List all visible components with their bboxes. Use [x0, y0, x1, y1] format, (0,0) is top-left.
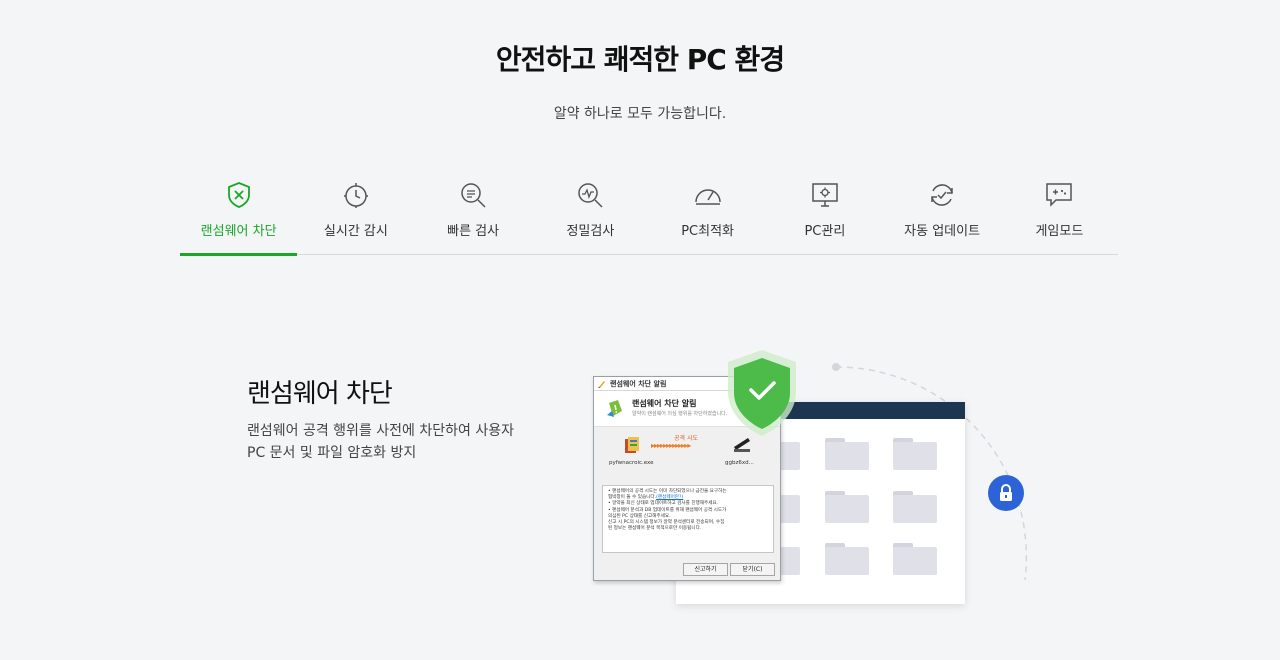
dialog-header-title: 랜섬웨어 차단 알림: [632, 399, 697, 408]
tab-label: 실시간 감시: [323, 224, 388, 239]
dialog-header-subtitle: 알약이 랜섬웨어 의심 행위를 차단하였습니다.: [632, 411, 728, 417]
tab-label: 자동 업데이트: [904, 224, 981, 239]
tab-label: 빠른 검사: [447, 224, 500, 239]
lock-icon: [1000, 484, 1012, 501]
message-line: 협박창이 뜰 수 있습니다.: [608, 495, 657, 501]
folder-icon: [825, 543, 869, 575]
tab-ransomware[interactable]: 랜섬웨어 차단: [180, 170, 298, 256]
alert-shield-icon: [607, 400, 622, 417]
tab-label: PC관리: [804, 224, 846, 239]
report-button[interactable]: 신고하기: [683, 563, 728, 576]
folder-icon: [893, 438, 937, 470]
page-subtitle: 알약 하나로 모두 가능합니다.: [553, 106, 727, 122]
ransomware-info-link[interactable]: (랜섬웨어란?): [656, 495, 683, 500]
monitor-gear-icon: [812, 183, 838, 207]
message-line: 된 정보는 랜섬웨어 분석 목적으로만 이용됩니다.: [608, 526, 702, 532]
dialog-title: 랜섬웨어 차단 알림: [610, 380, 667, 388]
lock-button[interactable]: [988, 475, 1024, 511]
malware-file-icon: [625, 437, 639, 453]
target-filename: ggbz6xd...: [725, 460, 754, 466]
tab-quick-scan[interactable]: 빠른 검사: [415, 170, 532, 255]
dialog-message: • 랜섬웨어의 공격 시도는 이미 차단되었으나 금전을 요구하는 협박창이 뜰…: [602, 485, 774, 553]
tab-label: 게임모드: [1035, 224, 1084, 239]
gamepad-chat-icon: [1046, 183, 1073, 207]
ransomware-illustration: 랜섬웨어 차단 알림 랜섬웨어 차단 알림 알약이 랜섬웨어 의심 행위를 차단…: [0, 0, 1280, 660]
folder-icon: [825, 438, 869, 470]
folder-icon: [893, 543, 937, 575]
alyac-logo-icon: [598, 381, 605, 388]
clock-icon: [343, 183, 368, 208]
feature-desc-line: PC 문서 및 파일 암호화 방지: [247, 445, 417, 461]
folder-icon: [825, 491, 869, 523]
search-pulse-icon: [578, 183, 603, 208]
tab-game-mode[interactable]: 게임모드: [1001, 170, 1118, 255]
tab-pc-optimize[interactable]: PC최적화: [649, 170, 766, 255]
tab-label: 랜섬웨어 차단: [200, 224, 277, 239]
folder-icon: [893, 491, 937, 523]
tab-auto-update[interactable]: 자동 업데이트: [884, 170, 1001, 255]
feature-tabs: 랜섬웨어 차단 실시간 감시 빠른 검사 정밀검사 PC최적화 PC관리 자동 …: [180, 170, 1118, 256]
source-filename: pyfwnacroic.exe: [609, 460, 654, 466]
tab-label: PC최적화: [681, 224, 735, 239]
feature-title: 랜섬웨어 차단: [247, 379, 393, 409]
shield-check-icon: [728, 350, 796, 436]
tab-deep-scan[interactable]: 정밀검사: [532, 170, 649, 255]
refresh-check-icon: [931, 184, 953, 206]
gauge-icon: [694, 189, 721, 205]
attack-arrows: ▸▸▸▸▸▸▸▸▸▸▸▸▸: [651, 441, 691, 450]
shield-x-icon: [227, 182, 250, 208]
tab-label: 정밀검사: [566, 224, 615, 239]
feature-desc-line: 랜섬웨어 공격 행위를 사전에 차단하여 사용자: [247, 423, 514, 439]
close-button[interactable]: 닫기(C): [730, 563, 775, 576]
page-title: 안전하고 쾌적한 PC 환경: [495, 43, 785, 76]
tab-pc-manage[interactable]: PC관리: [766, 170, 883, 255]
search-list-icon: [461, 183, 486, 208]
tab-realtime[interactable]: 실시간 감시: [297, 170, 414, 255]
feature-description: 랜섬웨어 공격 행위를 사전에 차단하여 사용자 PC 문서 및 파일 암호화 …: [247, 420, 547, 464]
